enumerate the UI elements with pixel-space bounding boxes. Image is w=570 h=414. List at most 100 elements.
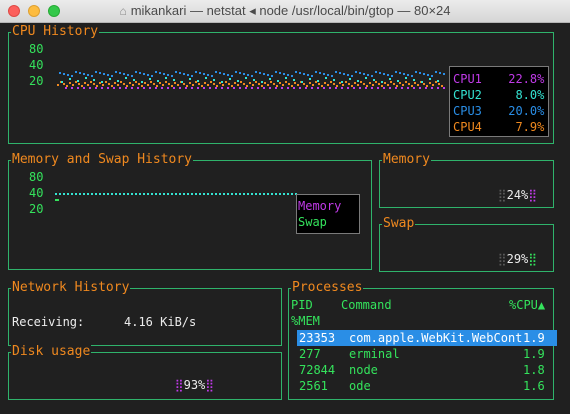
cpu-trace-dot bbox=[264, 82, 266, 84]
cpu-trace-dot bbox=[319, 72, 321, 74]
cpu-trace-dot bbox=[389, 87, 391, 89]
cpu-trace-dot bbox=[161, 87, 163, 89]
memory-trace-dot bbox=[167, 193, 169, 195]
cpu-trace-dot bbox=[263, 87, 265, 89]
cpu-trace-dot bbox=[384, 82, 386, 84]
cpu-trace-dot bbox=[187, 74, 189, 76]
process-row[interactable]: 2561 ode 1.6 bbox=[297, 378, 557, 394]
cpu-trace-dot bbox=[143, 87, 145, 89]
cpu-trace-dot bbox=[285, 81, 287, 83]
cpu-trace-dot bbox=[85, 77, 87, 79]
cpu-trace-dot bbox=[333, 79, 335, 81]
cpu-trace-dot bbox=[167, 74, 169, 76]
cpu-trace-dot bbox=[179, 87, 181, 89]
header-pid[interactable]: PID bbox=[291, 297, 313, 313]
cpu-trace-dot bbox=[345, 81, 347, 83]
cpu-trace-dot bbox=[311, 75, 313, 77]
terminal-content[interactable]: CPU History 80 40 20 CPU1 22.8% CPU2 8.0… bbox=[0, 23, 570, 414]
cpu-trace-dot bbox=[228, 83, 230, 85]
header-cpu[interactable]: %CPU▲ bbox=[509, 297, 545, 313]
memory-trace-dot bbox=[95, 193, 97, 195]
cpu-trace-dot bbox=[135, 71, 137, 73]
cpu-trace-dot bbox=[399, 72, 401, 74]
cpu-trace-dot bbox=[103, 73, 105, 75]
cpu-legend-cpu3: CPU3 20.0% bbox=[453, 104, 545, 118]
cpu-trace-dot bbox=[351, 75, 353, 77]
cpu-trace-dot bbox=[114, 82, 116, 84]
cpu-trace-dot bbox=[245, 77, 247, 79]
cpu-trace-dot bbox=[157, 80, 159, 82]
memory-panel: Memory ⣿24%⣿ bbox=[379, 152, 554, 208]
cpu-trace-dot bbox=[311, 87, 313, 89]
cpu-trace-dot bbox=[153, 83, 155, 85]
cpu-trace-dot bbox=[317, 80, 319, 82]
cpu-trace-dot bbox=[183, 83, 185, 85]
mem-y-label-40: 40 bbox=[29, 186, 44, 200]
cpu-trace-dot bbox=[79, 72, 81, 74]
memory-trace-dot bbox=[67, 193, 69, 195]
process-row-selected[interactable]: 23353 com.apple.WebKit.WebCont 1.9 bbox=[297, 330, 557, 346]
process-pid: 2561 bbox=[299, 379, 328, 393]
cpu-trace-dot bbox=[285, 77, 287, 79]
cpu-trace-dot bbox=[426, 85, 428, 87]
process-row[interactable]: 277 erminal 1.9 bbox=[297, 346, 557, 362]
cpu-trace-dot bbox=[203, 73, 205, 75]
cpu-trace-dot bbox=[405, 77, 407, 79]
memory-trace-dot bbox=[239, 193, 241, 195]
swap-gauge-left-icon: ⣿ bbox=[497, 252, 507, 266]
memory-trace-dot bbox=[291, 193, 293, 195]
cpu-trace-dot bbox=[108, 83, 110, 85]
cpu-trace-dot bbox=[162, 84, 164, 86]
memory-trace-dot bbox=[107, 193, 109, 195]
cpu-trace-dot bbox=[407, 87, 409, 89]
cpu-trace-dot bbox=[249, 82, 251, 84]
memory-swap-history-title: Memory and Swap History bbox=[11, 152, 194, 168]
cpu-trace-dot bbox=[383, 73, 385, 75]
cpu-trace-dot bbox=[198, 83, 200, 85]
cpu-trace-dot bbox=[119, 72, 121, 74]
cpu-trace-dot bbox=[318, 83, 320, 85]
cpu-trace-dot bbox=[72, 84, 74, 86]
cpu-trace-dot bbox=[429, 82, 431, 84]
memory-trace-dot bbox=[279, 193, 281, 195]
cpu-trace-dot bbox=[397, 80, 399, 82]
cpu-trace-dot bbox=[204, 82, 206, 84]
cpu-trace-dot bbox=[405, 81, 407, 83]
cpu-trace-dot bbox=[295, 71, 297, 73]
cpu-trace-dot bbox=[327, 74, 329, 76]
cpu-trace-dot bbox=[267, 74, 269, 76]
cpu-trace-dot bbox=[237, 80, 239, 82]
cpu-trace-dot bbox=[371, 87, 373, 89]
cpu-trace-dot bbox=[115, 71, 117, 73]
cpu-trace-dot bbox=[357, 80, 359, 82]
cpu-trace-dot bbox=[155, 87, 157, 89]
cpu-trace-dot bbox=[411, 85, 413, 87]
cpu-trace-dot bbox=[413, 87, 415, 89]
cpu-trace-dot bbox=[347, 87, 349, 89]
cpu-legend-cpu4: CPU4 7.9% bbox=[453, 120, 545, 134]
cpu-trace-dot bbox=[197, 87, 199, 89]
cpu-trace-dot bbox=[415, 71, 417, 73]
process-row[interactable]: 72844 node 1.8 bbox=[297, 362, 557, 378]
cpu-trace-dot bbox=[195, 71, 197, 73]
cpu-trace-dot bbox=[131, 87, 133, 89]
title-bar[interactable]: ⌂ mikankari — netstat ◂ node /usr/local/b… bbox=[0, 0, 570, 23]
header-command[interactable]: Command bbox=[341, 297, 392, 313]
swap-title: Swap bbox=[382, 216, 416, 232]
cpu-trace-dot bbox=[216, 85, 218, 87]
window-title-text: mikankari — netstat ◂ node /usr/local/bi… bbox=[130, 3, 451, 18]
cpu-trace-dot bbox=[150, 81, 152, 83]
cpu-trace-dot bbox=[117, 84, 119, 86]
cpu-trace-dot bbox=[69, 78, 71, 80]
memory-gauge: ⣿24%⣿ bbox=[440, 171, 537, 219]
process-command: ode bbox=[349, 379, 371, 393]
process-command: erminal bbox=[349, 347, 400, 361]
cpu-trace-dot bbox=[107, 74, 109, 76]
cpu-trace-dot bbox=[221, 87, 223, 89]
memory-trace-dot bbox=[255, 193, 257, 195]
memory-title: Memory bbox=[382, 152, 431, 168]
header-mem[interactable]: %MEM bbox=[291, 313, 320, 329]
cpu-trace-dot bbox=[339, 82, 341, 84]
processes-panel: Processes PID Command %CPU▲ %MEM 23353 c… bbox=[288, 280, 557, 400]
cpu-trace-dot bbox=[307, 74, 309, 76]
